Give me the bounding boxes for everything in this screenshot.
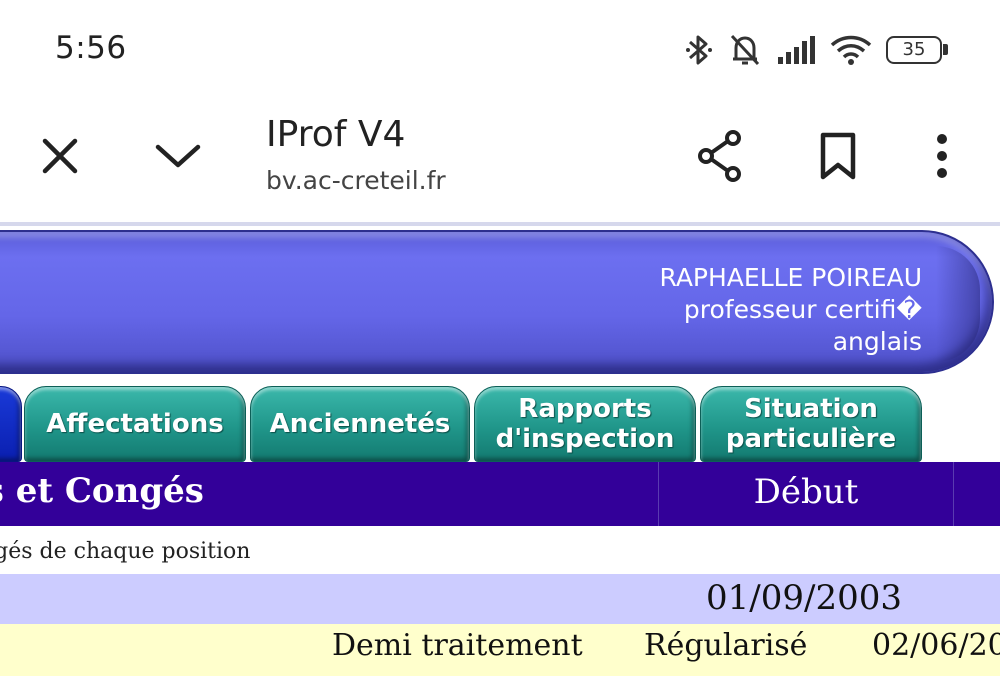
table-header-positions: ns et Congés xyxy=(0,471,204,511)
wifi-icon xyxy=(830,34,872,66)
page-url: bv.ac-creteil.fr xyxy=(266,166,446,195)
web-content: RAPHAELLE POIREAU professeur certifi� an… xyxy=(0,226,1000,676)
bookmark-button[interactable] xyxy=(808,126,868,186)
user-name: RAPHAELLE POIREAU xyxy=(659,263,922,292)
bluetooth-icon xyxy=(684,32,714,68)
user-role: professeur certifi� xyxy=(683,295,922,324)
browser-toolbar: IProf V4 bv.ac-creteil.fr xyxy=(0,100,1000,222)
tab-bar: Affectations Anciennetés Rapports d'insp… xyxy=(0,384,1000,462)
signal-icon xyxy=(776,35,816,65)
share-icon xyxy=(698,130,741,182)
user-subject: anglais xyxy=(832,327,922,356)
page-title: IProf V4 xyxy=(266,114,406,155)
battery-icon: 35 xyxy=(886,36,948,64)
close-icon xyxy=(42,138,78,174)
table-header: ns et Congés Début xyxy=(0,462,1000,526)
table-row: 01/09/2003 xyxy=(0,574,1000,624)
minimize-button[interactable] xyxy=(148,126,208,186)
more-options-button[interactable] xyxy=(912,126,972,186)
battery-level: 35 xyxy=(902,39,926,60)
row-date: 02/06/202 xyxy=(872,628,1000,663)
table-header-debut: Début xyxy=(753,472,859,512)
table-note-text: ngés de chaque position xyxy=(0,539,251,564)
status-bar: 5:56 35 xyxy=(0,0,1000,100)
column-divider xyxy=(953,462,954,526)
tab-situation-particuliere[interactable]: Situation particulière xyxy=(700,386,922,462)
status-time: 5:56 xyxy=(55,30,127,66)
row-statut: Régularisé xyxy=(644,628,808,663)
share-button[interactable] xyxy=(690,126,750,186)
status-icons: 35 xyxy=(684,28,948,72)
table-note: ngés de chaque position xyxy=(0,526,1000,574)
tab-active[interactable] xyxy=(0,386,22,462)
close-button[interactable] xyxy=(30,126,90,186)
user-info: RAPHAELLE POIREAU professeur certifi� an… xyxy=(659,262,922,358)
chevron-down-icon xyxy=(155,144,201,168)
bell-off-icon xyxy=(728,32,762,68)
user-banner: RAPHAELLE POIREAU professeur certifi� an… xyxy=(0,230,994,374)
tab-rapports-inspection[interactable]: Rapports d'inspection xyxy=(474,386,696,462)
column-divider xyxy=(658,462,659,526)
tab-anciennetes[interactable]: Anciennetés xyxy=(250,386,470,462)
more-vert-icon xyxy=(937,134,947,178)
bookmark-icon xyxy=(820,132,856,180)
row-start-date: 01/09/2003 xyxy=(706,578,902,618)
tab-affectations[interactable]: Affectations xyxy=(24,386,246,462)
table-row: Demi traitement Régularisé 02/06/202 xyxy=(0,624,1000,676)
row-traitement: Demi traitement xyxy=(332,628,583,663)
